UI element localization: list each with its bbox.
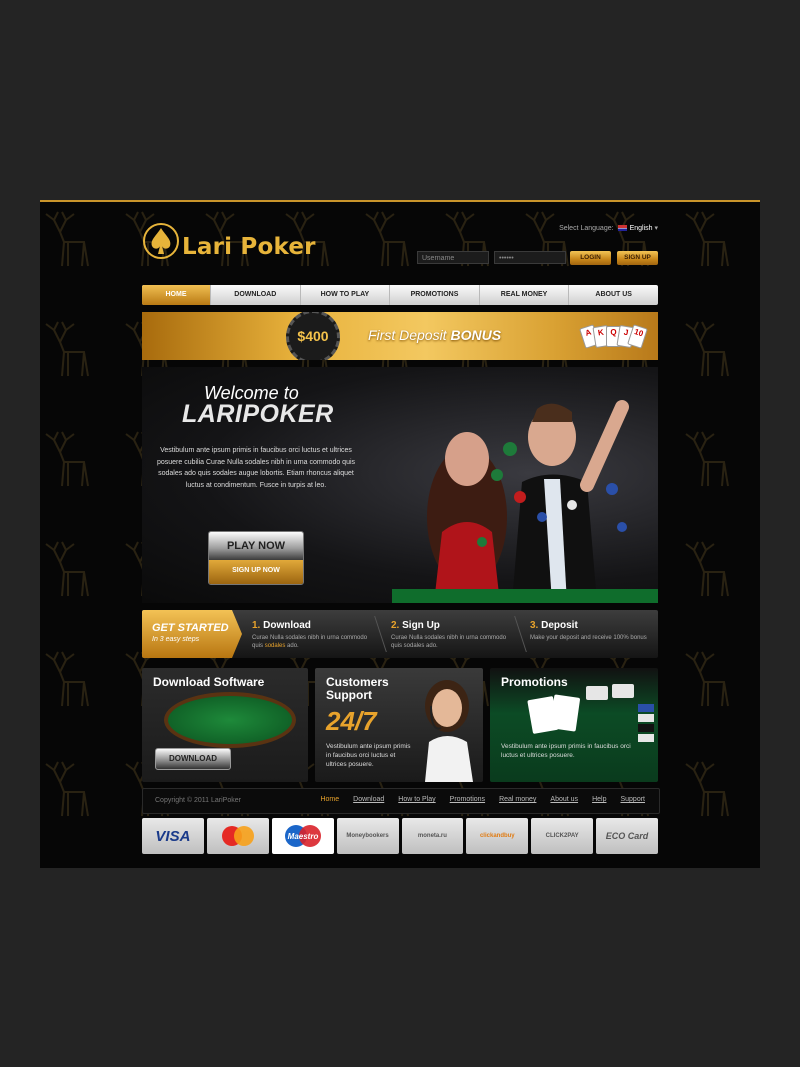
spade-logo-icon <box>143 223 179 259</box>
click2pay-logo: CLICK2PAY <box>531 818 594 854</box>
promotions-box[interactable]: Promotions Vestibulum ante ipsum primis … <box>490 668 658 782</box>
click2pay-label: CLICK2PAY <box>545 833 579 839</box>
get-started-bar: GET STARTED In 3 easy steps 1. Download … <box>142 610 658 658</box>
logo[interactable]: Lari Poker <box>142 220 322 270</box>
bonus-text-bold: BONUS <box>450 327 502 343</box>
step-number: 3. <box>530 620 539 631</box>
step-deposit[interactable]: 3. Deposit Make your deposit and receive… <box>530 620 650 642</box>
bonus-text-main: First Deposit <box>368 327 447 343</box>
get-started-subtitle: In 3 easy steps <box>152 636 200 643</box>
nav-item-home[interactable]: HOME <box>142 285 211 305</box>
nav-item-how-to-play[interactable]: HOW TO PLAY <box>301 285 391 305</box>
support-desc: Vestibulum ante ipsum primis in faucibus… <box>326 743 411 768</box>
username-input[interactable]: Username <box>417 251 489 264</box>
copyright: Copyright © 2011 LariPoker <box>155 797 241 804</box>
visa-logo: VISA <box>142 818 204 854</box>
footer-link-about-us[interactable]: About us <box>550 796 578 803</box>
footer-link-promotions[interactable]: Promotions <box>450 796 485 803</box>
players-illustration <box>427 400 629 603</box>
mastercard-logo <box>206 818 269 854</box>
maestro-logo: Maestro <box>271 818 334 854</box>
step-title: Deposit <box>541 620 578 631</box>
support-agent-image <box>425 680 473 782</box>
footer-link-how-to-play[interactable]: How to Play <box>398 796 435 803</box>
moneta-logo: moneta.ru <box>401 818 464 854</box>
play-now-label: PLAY NOW <box>209 532 303 560</box>
support-title-line1: Customers <box>326 675 389 689</box>
hero-paragraph: Vestibulum ante ipsum primis in faucibus… <box>156 447 356 489</box>
footer-link-home[interactable]: Home <box>320 796 339 803</box>
mastercard-icon <box>221 826 254 846</box>
footer-link-support[interactable]: Support <box>620 796 645 803</box>
nav-item-promotions[interactable]: PROMOTIONS <box>390 285 480 305</box>
payment-methods: VISA Maestro Moneybookers moneta.ru clic… <box>142 818 658 856</box>
footer-link-download[interactable]: Download <box>353 796 384 803</box>
download-software-title: Download Software <box>153 675 265 689</box>
ecocard-logo: ECO Card <box>596 818 658 854</box>
step-desc: Curae Nulla sodales nibh in urna commodo… <box>391 635 507 649</box>
step-desc-highlight: sodales <box>264 643 286 649</box>
clickandbuy-logo: clickandbuy <box>466 818 529 854</box>
nav-item-download[interactable]: DOWNLOAD <box>211 285 301 305</box>
main-nav: HOME DOWNLOAD HOW TO PLAY PROMOTIONS REA… <box>142 285 658 305</box>
brand-name: Lari Poker <box>182 234 316 260</box>
hero-brand: LARIPOKER <box>182 400 334 428</box>
page-frame: Lari Poker Select Language: English ▾ Use… <box>40 200 760 868</box>
language-selector[interactable]: Select Language: English ▾ <box>559 224 658 232</box>
download-button[interactable]: DOWNLOAD <box>155 748 231 770</box>
step-desc-tail: ado. <box>287 643 299 649</box>
language-value: English <box>629 225 653 232</box>
step-title: Sign Up <box>402 620 440 631</box>
maestro-icon: Maestro <box>284 825 321 847</box>
play-now-button[interactable]: PLAY NOW SIGN UP NOW <box>208 531 304 585</box>
download-software-box[interactable]: Download Software DOWNLOAD <box>142 668 308 782</box>
uk-flag-icon <box>617 225 627 232</box>
language-label: Select Language: <box>559 225 614 232</box>
chevron-down-icon: ▾ <box>654 225 658 232</box>
footer-link-real-money[interactable]: Real money <box>499 796 536 803</box>
nav-item-real-money[interactable]: REAL MONEY <box>480 285 570 305</box>
step-number: 2. <box>391 620 400 631</box>
step-download[interactable]: 1. Download Curae Nulla sodales nibh in … <box>252 620 372 650</box>
bonus-banner[interactable]: $400 First Deposit BONUS A K Q J 10 <box>142 312 658 360</box>
step-desc: Make your deposit and receive 100% bonus <box>530 635 647 641</box>
poker-table-image <box>164 692 296 748</box>
content-wrapper: Lari Poker Select Language: English ▾ Use… <box>142 202 660 868</box>
maestro-label: Maestro <box>287 832 318 841</box>
sign-up-now-label: SIGN UP NOW <box>209 560 303 584</box>
support-hours: 24/7 <box>326 706 377 736</box>
signup-button[interactable]: SIGN UP <box>617 251 658 265</box>
nav-item-about-us[interactable]: ABOUT US <box>569 285 658 305</box>
poker-table-edge <box>392 589 658 603</box>
footer-links: Home Download How to Play Promotions Rea… <box>320 796 645 803</box>
bonus-text: First Deposit BONUS <box>368 327 501 343</box>
customer-support-box[interactable]: Customers Support 24/7 Vestibulum ante ip… <box>315 668 483 782</box>
moneybookers-label: Moneybookers <box>346 833 389 839</box>
ecocard-label: ECO Card <box>605 831 649 841</box>
step-title: Download <box>263 620 311 631</box>
bonus-amount: $400 <box>297 328 329 344</box>
promotions-desc: Vestibulum ante ipsum primis in faucibus… <box>501 743 631 759</box>
step-number: 1. <box>252 620 261 631</box>
hero-banner: Welcome to LARIPOKER Vestibulum ante ips… <box>142 367 658 603</box>
get-started-title: GET STARTED <box>152 622 229 634</box>
clickandbuy-label: clickandbuy <box>479 833 515 839</box>
password-input[interactable]: •••••• <box>494 251 566 264</box>
moneybookers-logo: Moneybookers <box>336 818 399 854</box>
footer-link-help[interactable]: Help <box>592 796 606 803</box>
moneta-label: moneta.ru <box>417 833 447 839</box>
promotions-title: Promotions <box>501 675 568 689</box>
login-button[interactable]: LOGIN <box>570 251 611 265</box>
support-title-line2: Support <box>326 688 372 702</box>
step-sign-up[interactable]: 2. Sign Up Curae Nulla sodales nibh in u… <box>391 620 511 650</box>
get-started-lead: GET STARTED In 3 easy steps <box>142 610 242 658</box>
support-title: Customers Support <box>326 676 389 702</box>
footer-bar: Copyright © 2011 LariPoker Home Download… <box>142 788 660 814</box>
